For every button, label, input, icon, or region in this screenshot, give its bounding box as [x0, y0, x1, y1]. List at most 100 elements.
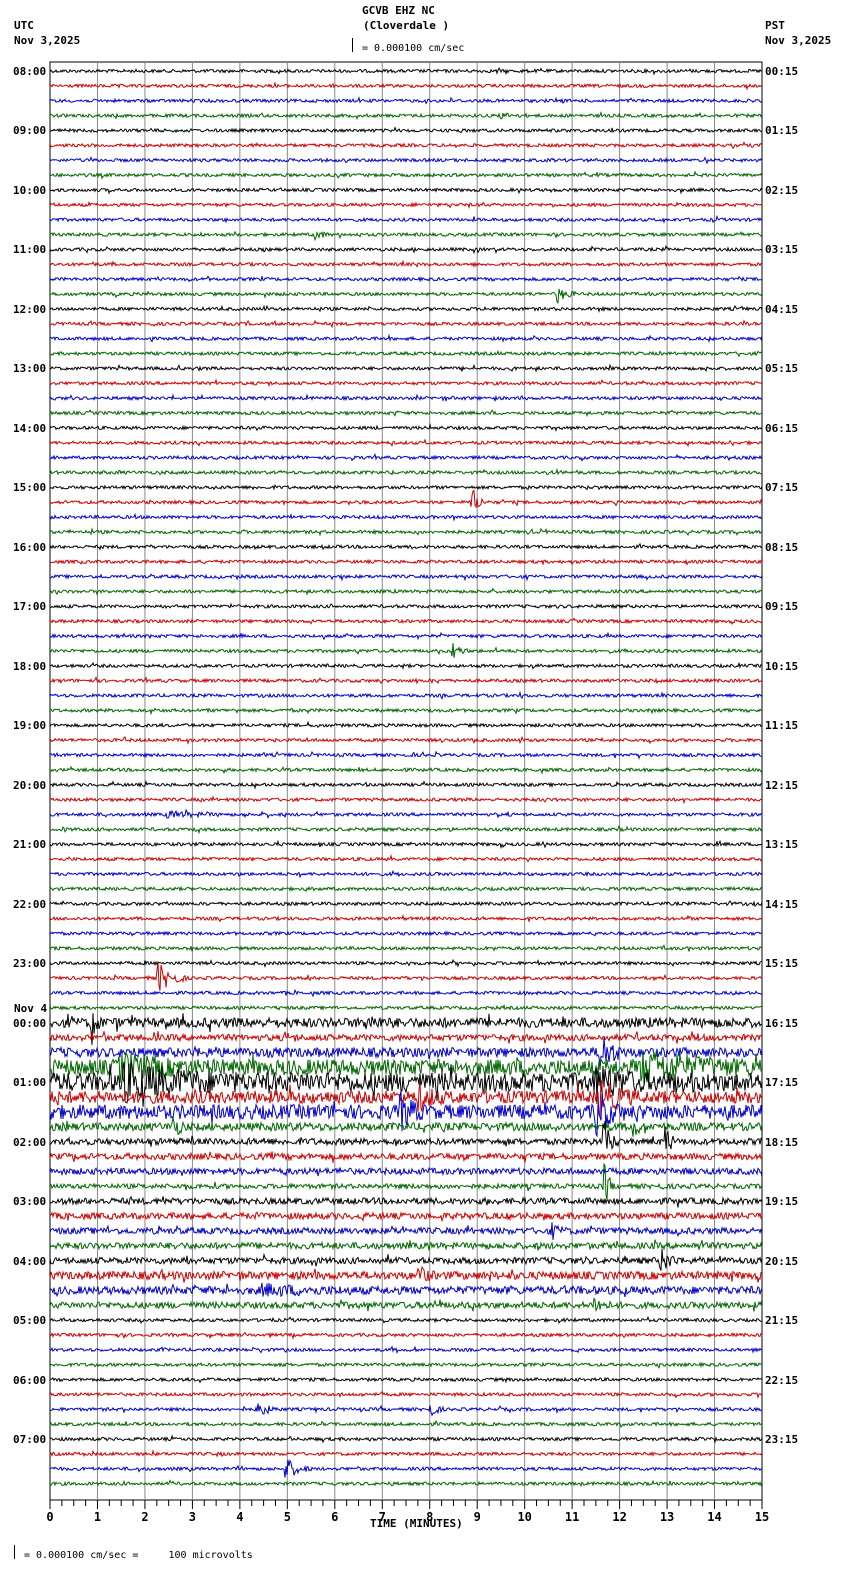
seismic-trace	[50, 990, 762, 996]
seismic-trace	[50, 708, 762, 713]
seismic-trace	[50, 306, 762, 311]
seismic-trace	[50, 797, 762, 803]
seismic-trace	[50, 633, 762, 639]
seismic-trace	[50, 1481, 762, 1486]
seismic-trace	[50, 336, 762, 342]
seismic-trace	[50, 887, 762, 891]
seismic-trace	[50, 945, 762, 951]
seismic-trace	[50, 1283, 762, 1297]
seismic-trace	[50, 1240, 762, 1251]
x-tick-label: 9	[474, 1510, 481, 1524]
x-tick-label: 14	[707, 1510, 721, 1524]
seismic-trace	[50, 1392, 762, 1398]
seismic-trace	[50, 142, 762, 148]
seismic-trace	[50, 395, 762, 401]
seismic-trace	[50, 841, 762, 847]
seismic-trace	[50, 932, 762, 936]
seismic-trace	[50, 1212, 762, 1220]
seismic-trace	[50, 1299, 762, 1312]
seismic-trace	[50, 351, 762, 356]
x-tick-label: 5	[284, 1510, 291, 1524]
x-tick-label: 15	[755, 1510, 769, 1524]
seismic-trace	[50, 722, 762, 727]
seismic-trace	[50, 782, 762, 788]
seismic-trace	[50, 440, 762, 446]
seismic-trace	[50, 1222, 762, 1240]
seismic-trace	[50, 1436, 762, 1442]
x-tick-label: 0	[46, 1510, 53, 1524]
seismic-trace	[50, 901, 762, 906]
seismic-trace	[50, 1451, 762, 1456]
seismic-trace	[50, 276, 762, 281]
seismic-trace	[50, 916, 762, 922]
seismic-trace	[50, 172, 762, 178]
seismic-trace	[50, 113, 762, 119]
seismic-trace	[50, 83, 762, 89]
seismic-trace	[50, 663, 762, 669]
seismic-trace	[50, 1050, 762, 1086]
seismic-trace	[50, 618, 762, 624]
seismic-trace	[50, 485, 762, 489]
seismic-trace	[50, 678, 762, 684]
x-tick-label: 6	[331, 1510, 338, 1524]
seismic-trace	[50, 643, 762, 658]
seismic-trace	[50, 856, 762, 862]
seismic-trace	[50, 157, 762, 163]
seismic-trace	[50, 1267, 762, 1283]
seismic-trace	[50, 321, 762, 327]
x-tick-label: 13	[660, 1510, 674, 1524]
x-tick-label: 12	[612, 1510, 626, 1524]
seismic-trace	[50, 826, 762, 832]
x-tick-label: 8	[426, 1510, 433, 1524]
seismic-trace	[50, 574, 762, 580]
seismic-trace	[50, 589, 762, 595]
seismic-trace	[50, 68, 762, 74]
seismic-trace	[50, 693, 762, 699]
x-tick-label: 2	[141, 1510, 148, 1524]
x-tick-label: 11	[565, 1510, 579, 1524]
x-tick-label: 3	[189, 1510, 196, 1524]
seismic-trace	[50, 203, 762, 208]
seismic-trace	[50, 1404, 762, 1416]
seismic-trace	[50, 425, 762, 431]
seismic-trace	[50, 810, 762, 818]
seismic-trace	[50, 767, 762, 773]
seismic-trace	[50, 491, 762, 507]
seismic-trace	[50, 1363, 762, 1368]
seismic-trace	[50, 604, 762, 608]
seismic-trace	[50, 1317, 762, 1323]
seismic-trace	[50, 1333, 762, 1339]
seismic-trace	[50, 1168, 762, 1178]
seismic-trace	[50, 960, 762, 966]
seismic-trace	[50, 1031, 762, 1044]
seismic-trace	[50, 188, 762, 193]
seismic-trace	[50, 871, 762, 877]
seismic-trace	[50, 380, 762, 385]
seismic-trace	[50, 514, 762, 520]
seismic-trace	[50, 98, 762, 104]
seismic-trace	[50, 470, 762, 475]
seismic-trace	[50, 128, 762, 133]
x-tick-label: 7	[379, 1510, 386, 1524]
seismic-trace	[50, 1421, 762, 1427]
seismic-trace	[50, 963, 762, 991]
seismic-trace	[50, 1197, 762, 1208]
seismic-trace	[50, 246, 762, 252]
seismic-trace	[50, 1378, 762, 1383]
seismic-trace	[50, 544, 762, 549]
seismic-trace	[50, 1460, 762, 1478]
seismic-trace	[50, 365, 762, 371]
seismic-trace	[50, 1249, 762, 1271]
seismogram-plot: 0 1 2 3 4 5 6 7 8 9 10 11 12 13 14 15	[0, 0, 850, 1584]
seismic-trace	[50, 455, 762, 461]
x-tick-label: 10	[517, 1510, 531, 1524]
seismic-trace	[50, 1347, 762, 1353]
seismic-trace	[50, 261, 762, 266]
seismic-trace	[50, 529, 762, 535]
seismic-trace	[50, 289, 762, 303]
x-tick-label: 1	[94, 1510, 101, 1524]
seismic-trace	[50, 217, 762, 223]
seismic-trace	[50, 410, 762, 415]
seismic-trace	[50, 232, 762, 240]
seismic-trace	[50, 1006, 762, 1011]
